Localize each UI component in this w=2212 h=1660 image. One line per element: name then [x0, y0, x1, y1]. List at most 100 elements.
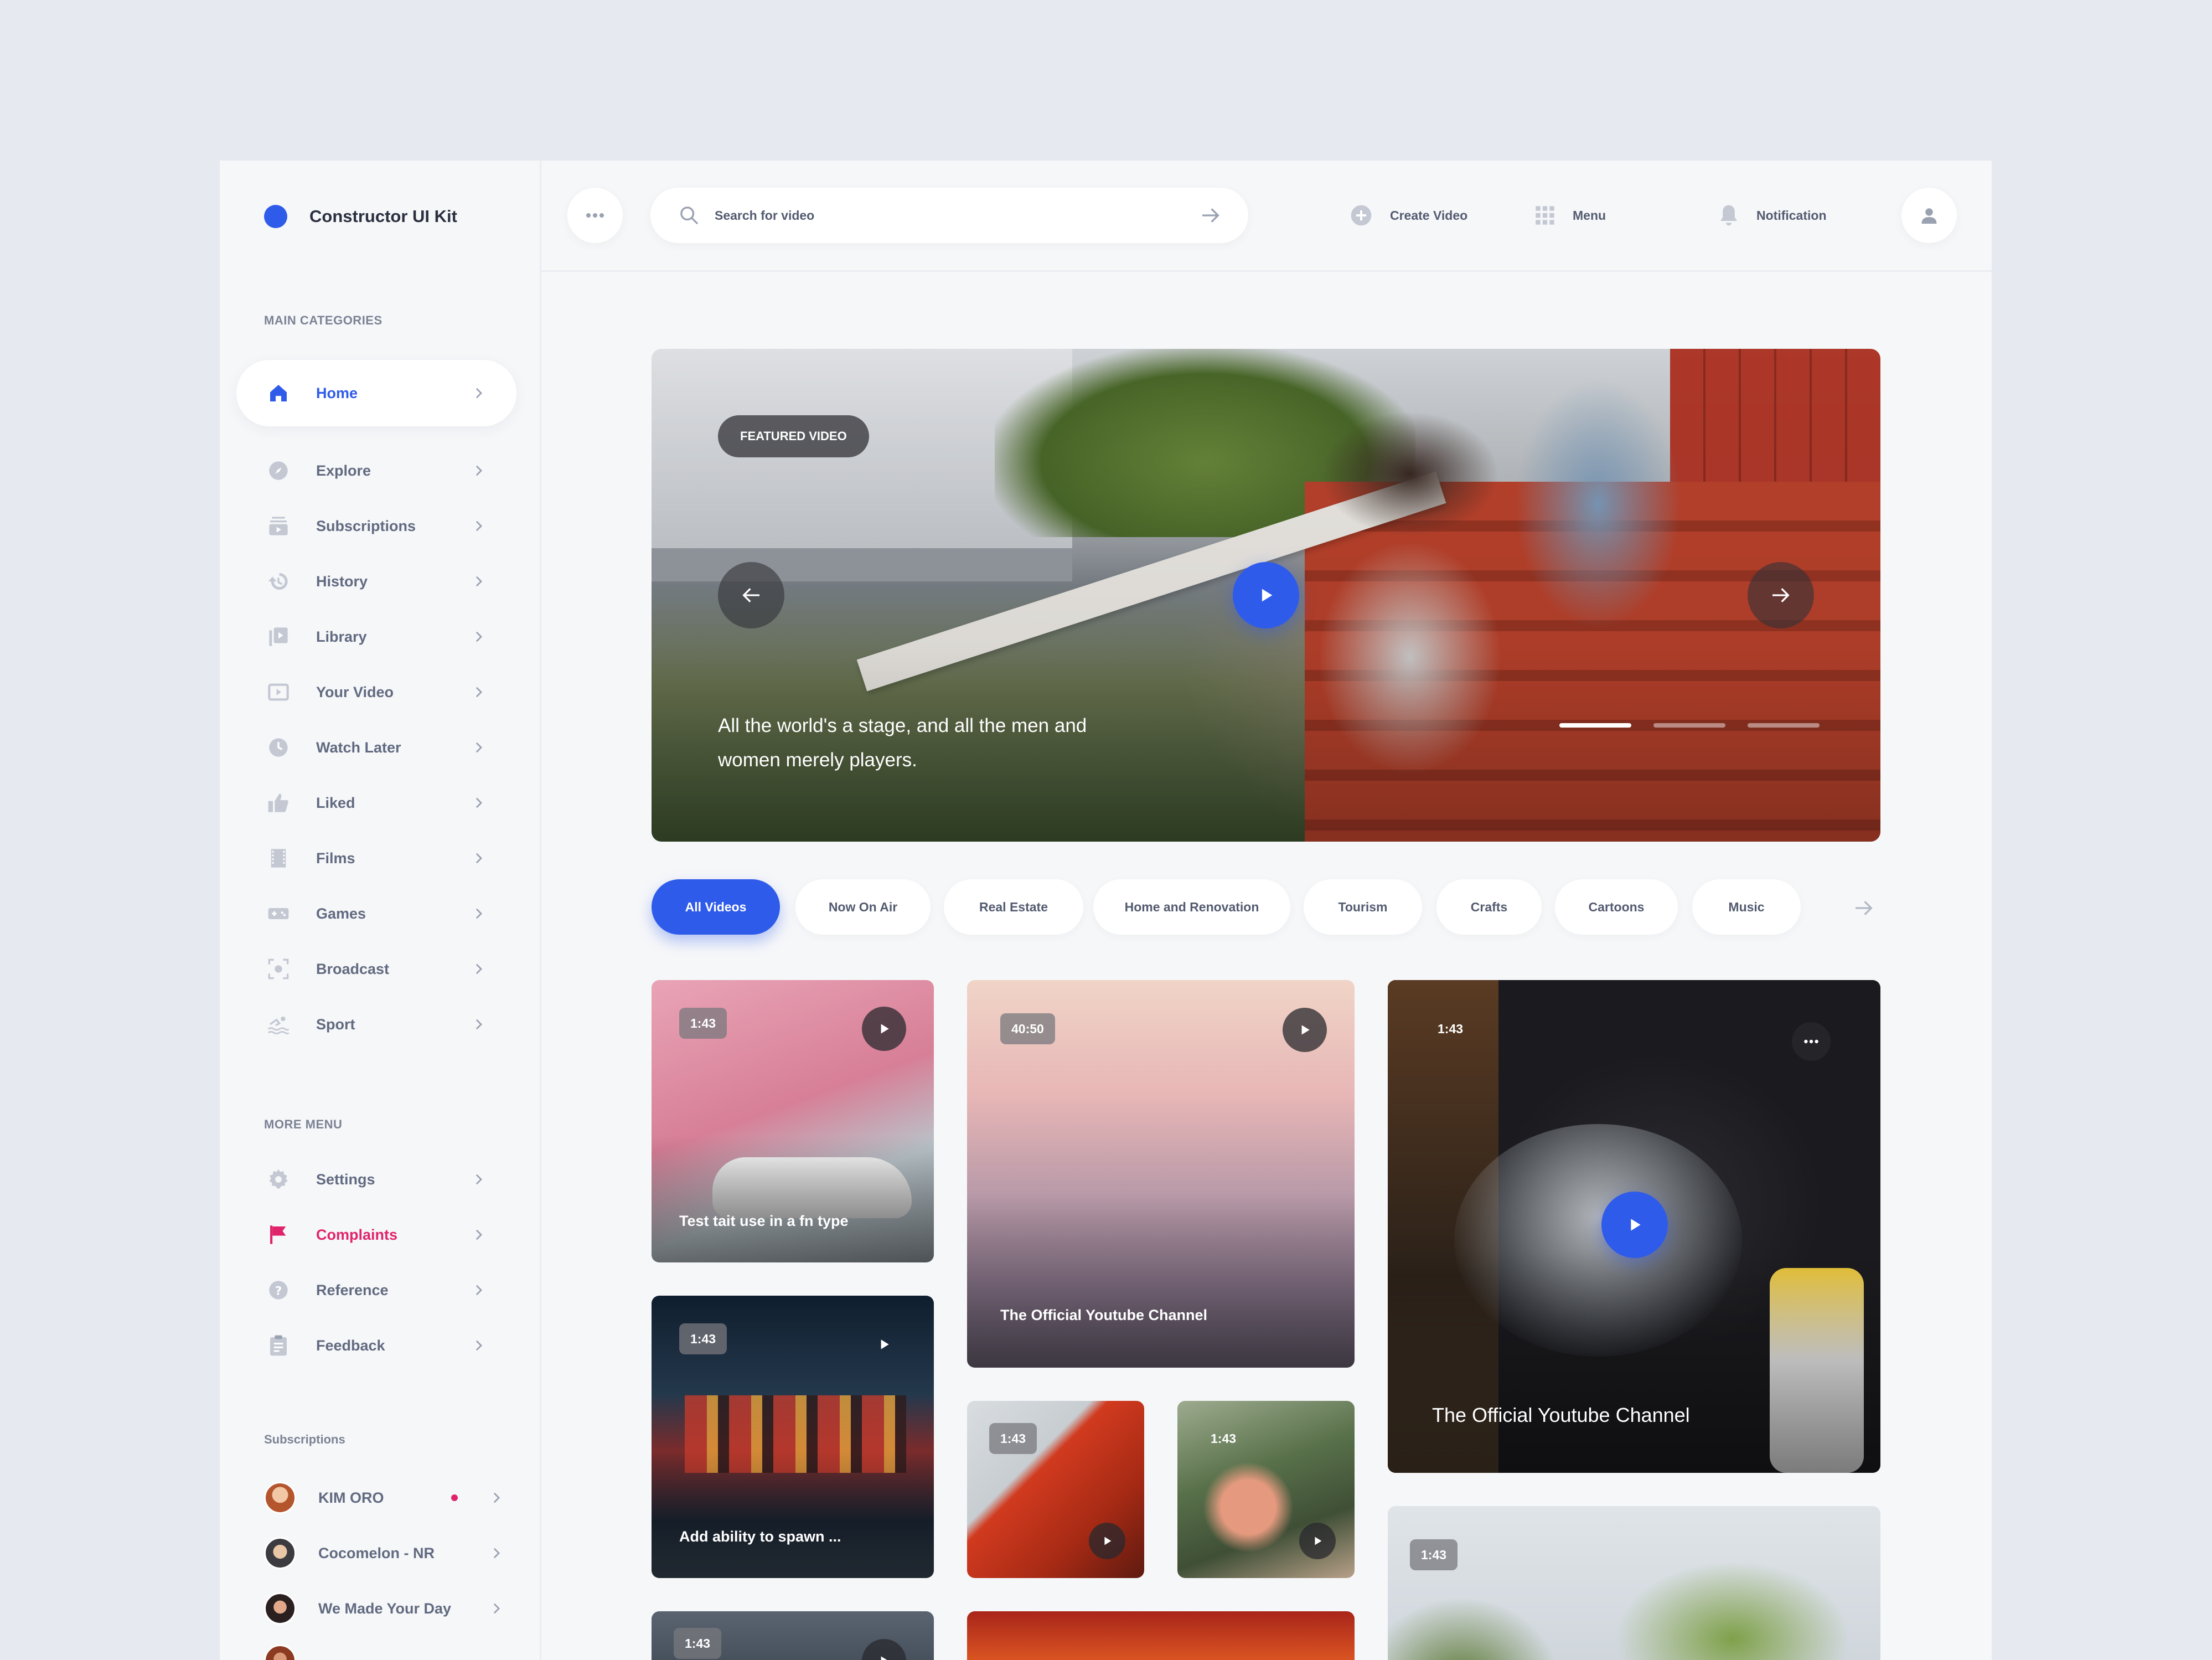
flag-icon: [266, 1223, 291, 1247]
play-icon: [1262, 589, 1273, 602]
chevron-right-icon: [468, 1173, 490, 1185]
video-icon: [266, 680, 291, 704]
arrow-right-icon[interactable]: [1200, 204, 1222, 226]
chevron-right-icon: [468, 520, 490, 532]
create-video-button[interactable]: Create Video: [1349, 188, 1467, 243]
help-icon: ?: [266, 1278, 291, 1302]
chevron-right-icon: [468, 631, 490, 643]
broadcast-icon: [266, 957, 291, 981]
chevron-right-icon: [468, 575, 490, 587]
featured-video[interactable]: FEATURED VIDEO All the world's a stage, …: [652, 349, 1880, 842]
slide-dot[interactable]: [1559, 723, 1631, 728]
chevron-right-icon: [468, 852, 490, 864]
sidebar-item-sport[interactable]: Sport: [236, 991, 516, 1058]
chevron-right-icon: [485, 1602, 508, 1615]
video-duration: 1:43: [1438, 1021, 1464, 1036]
category-now-on-air[interactable]: Now On Air: [795, 879, 931, 935]
chevron-right-icon: [468, 1339, 490, 1352]
chevron-right-icon: [468, 797, 490, 809]
search-icon: [680, 207, 699, 225]
sidebar-item-home[interactable]: Home: [236, 360, 516, 426]
play-button[interactable]: [1601, 1192, 1668, 1258]
sidebar-item-label: Feedback: [316, 1337, 385, 1354]
play-featured-button[interactable]: [1233, 562, 1299, 628]
category-all-videos[interactable]: All Videos: [652, 879, 780, 935]
video-card[interactable]: 1:43: [652, 1611, 934, 1660]
library-icon: [266, 625, 291, 649]
play-button[interactable]: [862, 1007, 906, 1051]
previous-slide-button[interactable]: [718, 562, 784, 628]
video-card[interactable]: [967, 1611, 1355, 1660]
play-button[interactable]: [862, 1639, 906, 1660]
play-icon: [1301, 1025, 1310, 1035]
play-icon: [881, 1024, 889, 1034]
play-button[interactable]: [1089, 1523, 1125, 1559]
sidebar-item-label: Explore: [316, 462, 371, 479]
next-slide-button[interactable]: [1748, 562, 1814, 628]
profile-button[interactable]: [1901, 188, 1957, 243]
chevron-right-icon: [468, 741, 490, 754]
more-options-button[interactable]: [567, 188, 623, 243]
video-card[interactable]: 1:43 Test tait use in a fn type: [652, 980, 934, 1262]
category-home-renovation[interactable]: Home and Renovation: [1093, 879, 1290, 935]
dots-horizontal-icon: [586, 213, 604, 218]
chevron-right-icon: [485, 1492, 508, 1504]
sidebar-item-label: Films: [316, 849, 355, 867]
clipboard-icon: [266, 1333, 291, 1358]
slide-dot[interactable]: [1653, 723, 1725, 728]
avatar: [264, 1592, 296, 1625]
category-cartoons[interactable]: Cartoons: [1555, 879, 1678, 935]
chevron-right-icon: [468, 465, 490, 477]
sidebar-item-label: Games: [316, 905, 366, 922]
search-bar: [650, 188, 1248, 243]
swim-icon: [266, 1012, 291, 1037]
play-button[interactable]: [862, 1322, 906, 1367]
chevron-right-icon: [468, 908, 490, 920]
sidebar-item-label: Sport: [316, 1015, 355, 1033]
menu-button[interactable]: Menu: [1534, 188, 1606, 243]
category-crafts[interactable]: Crafts: [1436, 879, 1542, 935]
video-card[interactable]: 40:50 The Official Youtube Channel: [967, 980, 1355, 1368]
sidebar-item-feedback[interactable]: Feedback: [236, 1312, 516, 1379]
video-title: Test tait use in a fn type: [679, 1213, 849, 1229]
notification-button[interactable]: Notification: [1718, 188, 1827, 243]
subscriptions-label: Subscriptions: [264, 1432, 345, 1446]
play-button[interactable]: [1299, 1523, 1336, 1559]
slide-dot[interactable]: [1748, 723, 1820, 728]
play-icon: [881, 1656, 887, 1660]
chevron-right-icon: [468, 686, 490, 698]
subscription-item[interactable]: Cocomelon - NR: [264, 1534, 508, 1573]
category-music[interactable]: Music: [1692, 879, 1801, 935]
video-card[interactable]: 1:43: [967, 1401, 1144, 1578]
slide-indicators: [1559, 723, 1820, 728]
brand[interactable]: Constructor UI Kit: [264, 205, 457, 228]
arrow-right-icon: [1772, 588, 1790, 602]
notification-label: Notification: [1756, 208, 1827, 223]
avatar: [264, 1537, 296, 1569]
play-icon: [881, 1339, 889, 1349]
sidebar-item-label: Library: [316, 628, 367, 645]
home-icon: [266, 381, 291, 405]
history-icon: [266, 569, 291, 594]
video-card[interactable]: 1:43 The Official Youtube Channel: [1388, 980, 1880, 1473]
subscription-item[interactable]: KIM ORO: [264, 1478, 508, 1517]
category-real-estate[interactable]: Real Estate: [944, 879, 1083, 935]
bell-icon: [1720, 205, 1737, 226]
subscription-item[interactable]: We Made Your Day: [264, 1589, 508, 1628]
play-button[interactable]: [1283, 1008, 1327, 1052]
more-options-button[interactable]: [1792, 1022, 1831, 1061]
sidebar-item-label: Reference: [316, 1281, 389, 1298]
video-duration: 1:43: [679, 1008, 727, 1039]
app-window: Constructor UI Kit MAIN CATEGORIES Home …: [220, 161, 1992, 1660]
category-tourism[interactable]: Tourism: [1304, 879, 1422, 935]
dots-horizontal-icon: [1804, 1039, 1818, 1044]
chevron-right-icon: [485, 1547, 508, 1559]
subscriptions-icon: [266, 514, 291, 538]
video-card[interactable]: 1:43: [1177, 1401, 1355, 1578]
arrow-right-icon[interactable]: [1853, 897, 1875, 919]
avatar[interactable]: [264, 1644, 296, 1660]
search-input[interactable]: [714, 207, 1200, 224]
video-card[interactable]: 1:43: [1388, 1506, 1880, 1660]
video-card[interactable]: 1:43 Add ability to spawn ...: [652, 1296, 934, 1578]
chevron-right-icon: [468, 1018, 490, 1030]
